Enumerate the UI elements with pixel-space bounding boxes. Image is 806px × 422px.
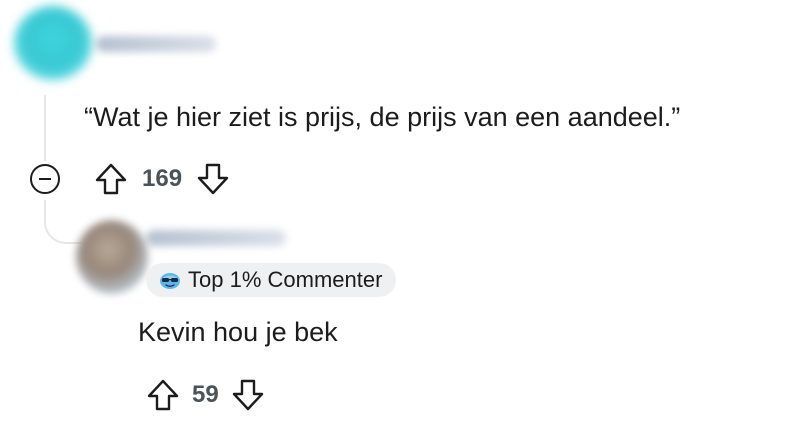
thread-line[interactable] — [44, 95, 46, 161]
username-blurred[interactable] — [96, 36, 216, 52]
downvote-arrow-icon[interactable] — [229, 376, 267, 414]
comment-body: “Wat je hier ziet is prijs, de prijs van… — [84, 102, 681, 132]
username-blurred[interactable] — [146, 230, 286, 246]
upvote-arrow-icon[interactable] — [92, 160, 130, 198]
upvote-arrow-icon[interactable] — [144, 376, 182, 414]
comment-thread: “Wat je hier ziet is prijs, de prijs van… — [0, 0, 806, 422]
vote-controls: 59 — [144, 376, 267, 414]
comment-body: Kevin hou je bek — [138, 317, 338, 347]
avatar[interactable] — [14, 6, 92, 80]
collapse-icon[interactable] — [30, 164, 60, 194]
badge-label: Top 1% Commenter — [188, 267, 383, 292]
reply-thread-connector — [44, 200, 82, 244]
top-commenter-badge[interactable]: Top 1% Commenter — [146, 263, 397, 297]
vote-count: 59 — [192, 381, 219, 408]
downvote-arrow-icon[interactable] — [194, 160, 232, 198]
avatar[interactable] — [76, 220, 148, 294]
vote-count: 169 — [142, 165, 183, 192]
vote-controls: 169 — [92, 160, 232, 198]
sunglasses-emoji-icon — [158, 268, 182, 292]
